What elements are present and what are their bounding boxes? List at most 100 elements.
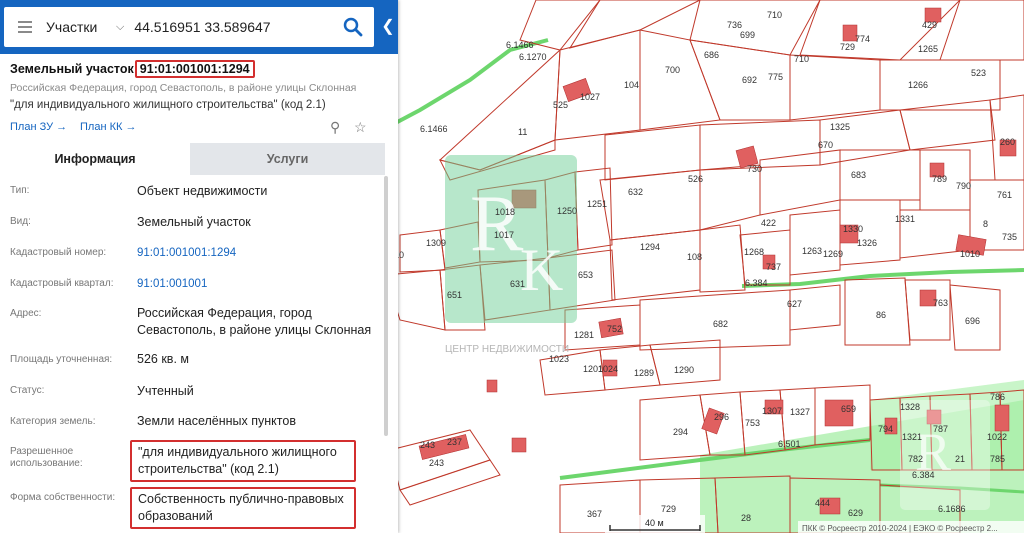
parcel-label: 1321 — [902, 432, 922, 442]
parcel-label: 260 — [1000, 137, 1015, 147]
locate-icon[interactable]: ⚲ — [330, 119, 340, 136]
object-type: Земельный участок — [10, 62, 134, 76]
svg-text:K: K — [520, 237, 563, 303]
parcel-label: 1017 — [494, 230, 514, 240]
chevron-down-icon[interactable]: ⌵ — [116, 21, 124, 34]
parcel-label: 1328 — [900, 402, 920, 412]
row-label: Статус: — [10, 385, 45, 396]
tab-info[interactable]: Информация — [0, 143, 190, 175]
parcel-label: 763 — [933, 298, 948, 308]
building — [486, 379, 498, 393]
parcel-label: 1326 — [857, 238, 877, 248]
parcel-label: 682 — [713, 319, 728, 329]
row-label: Вид: — [10, 216, 31, 227]
parcel-label: 1325 — [830, 122, 850, 132]
parcel-label: 710 — [794, 54, 809, 64]
search-icon[interactable] — [342, 16, 364, 38]
parcel-label: 6.1466 — [506, 40, 534, 50]
parcel-label: 294 — [673, 427, 688, 437]
parcel-label: 730 — [747, 164, 762, 174]
menu-icon[interactable] — [18, 18, 32, 36]
parcel-label: 737 — [766, 262, 781, 272]
parcel-label: 729 — [661, 504, 676, 514]
parcel-label: 367 — [587, 509, 602, 519]
scrollbar[interactable] — [384, 176, 388, 436]
plan-kk-link[interactable]: План КК → — [80, 121, 136, 133]
cadastral-quarter-link[interactable]: 91:01:001001 — [137, 276, 207, 293]
parcel-label: 6.1686 — [938, 504, 966, 514]
parcel-label: 1265 — [918, 44, 938, 54]
object-use: "для индивидуального жилищного строитель… — [10, 99, 326, 111]
parcel-label: 700 — [665, 65, 680, 75]
parcel-label: 6.384 — [912, 470, 935, 480]
parcel-label: 1266 — [908, 80, 928, 90]
parcel-label: 627 — [787, 299, 802, 309]
row-label: Кадастровый квартал: — [10, 278, 114, 289]
parcel-label: 786 — [990, 392, 1005, 402]
parcel-label: 774 — [855, 34, 870, 44]
row-label: Кадастровый номер: — [10, 247, 107, 258]
parcel-label: 632 — [628, 187, 643, 197]
parcel-label: 1309 — [426, 238, 446, 248]
parcel-label: 692 — [742, 75, 757, 85]
svg-text:40 м: 40 м — [645, 518, 664, 528]
parcel-label: 696 — [965, 316, 980, 326]
parcel-label: 653 — [578, 270, 593, 280]
parcel-label: 752 — [607, 324, 622, 334]
parcel-label: 1250 — [557, 206, 577, 216]
search-box[interactable]: Участки ⌵ 44.516951 33.589647 — [4, 7, 374, 47]
row-value: Земельный участок — [137, 215, 251, 229]
parcel-label: 1268 — [744, 247, 764, 257]
object-address: Российская Федерация, город Севастополь,… — [10, 82, 357, 94]
parcel-label: 787 — [933, 424, 948, 434]
parcel-label: 523 — [971, 68, 986, 78]
parcel-label: 1018 — [495, 207, 515, 217]
search-input[interactable]: 44.516951 33.589647 — [134, 19, 342, 35]
parcel-label: 21 — [955, 454, 965, 464]
collapse-panel-icon[interactable]: ❮ — [378, 14, 398, 40]
parcel-label: 1331 — [895, 214, 915, 224]
parcel-label: 1010 — [960, 249, 980, 259]
favorite-star-icon[interactable]: ☆ — [354, 119, 367, 136]
parcel-label: 422 — [761, 218, 776, 228]
parcel-label: 1263 — [802, 246, 822, 256]
plan-zu-link[interactable]: План ЗУ → — [10, 121, 67, 133]
parcel-label: 6.1270 — [519, 52, 547, 62]
parcel-label: 108 — [687, 252, 702, 262]
row-label: Форма собственности: — [10, 492, 116, 503]
building — [511, 437, 527, 453]
category-select[interactable]: Участки — [46, 19, 116, 35]
parcel-label: 1024 — [598, 364, 618, 374]
parcel-label: 735 — [1002, 232, 1017, 242]
parcel-label: 6.1466 — [420, 124, 448, 134]
parcel-label: 444 — [815, 498, 830, 508]
parcel-label: 1269 — [823, 249, 843, 259]
parcel-label: 736 — [727, 20, 742, 30]
parcel-label: 296 — [714, 412, 729, 422]
parcel-label: 8 — [983, 219, 988, 229]
tab-services[interactable]: Услуги — [190, 143, 385, 175]
parcel-label: 1289 — [634, 368, 654, 378]
parcel-label: 1281 — [574, 330, 594, 340]
cadastral-number-link[interactable]: 91:01:001001:1294 — [137, 245, 236, 262]
parcel-label: 710 — [767, 10, 782, 20]
parcel-label: 790 — [956, 181, 971, 191]
parcel-label: 1023 — [549, 354, 569, 364]
parcel-label: 1294 — [640, 242, 660, 252]
row-label: Тип: — [10, 185, 30, 196]
parcel-label: 659 — [841, 404, 856, 414]
parcel-label: 753 — [745, 418, 760, 428]
parcel-label: 11 — [518, 127, 527, 137]
parcel-label: 789 — [932, 174, 947, 184]
object-title: Земельный участок 91:01:001001:1294 — [10, 60, 255, 78]
parcel-label: 629 — [848, 508, 863, 518]
row-value: Учтенный — [137, 384, 194, 398]
parcel-label: 1330 — [843, 224, 863, 234]
svg-text:R: R — [470, 180, 524, 268]
parcel-label: 1251 — [587, 199, 607, 209]
parcel-label: 429 — [922, 20, 937, 30]
parcel-label: 1027 — [580, 92, 600, 102]
parcel-label: 6.384 — [745, 278, 768, 288]
parcel-label: 761 — [997, 190, 1012, 200]
parcel-label: 729 — [840, 42, 855, 52]
